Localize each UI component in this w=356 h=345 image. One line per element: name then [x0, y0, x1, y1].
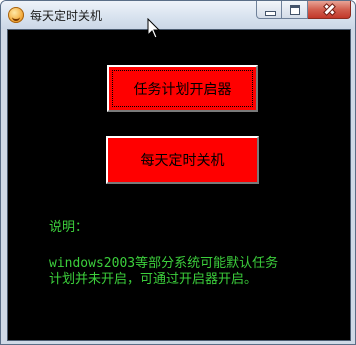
note-text: windows2003等部分系统可能默认任务 计划并未开启，可通过开启器开启。: [49, 256, 339, 288]
app-icon: [8, 7, 24, 23]
daily-shutdown-button[interactable]: 每天定时关机: [106, 136, 259, 184]
close-button[interactable]: [308, 1, 351, 19]
task-scheduler-enabler-label: 任务计划开启器: [133, 81, 232, 98]
note-heading: 说明：: [49, 220, 89, 235]
mouse-pointer-icon: [147, 18, 161, 39]
minimize-button[interactable]: [256, 1, 282, 19]
note-line: windows2003等部分系统可能默认任务: [49, 256, 279, 271]
window-title: 每天定时关机: [30, 9, 103, 23]
note-line: 计划并未开启，可通过开启器开启。: [49, 272, 258, 287]
app-window: 每天定时关机 任务计划开启器 每天定时关机 说明： windows2003等部分…: [0, 0, 356, 345]
daily-shutdown-label: 每天定时关机: [140, 153, 225, 169]
client-area: 任务计划开启器 每天定时关机 说明： windows2003等部分系统可能默认任…: [7, 29, 351, 341]
task-scheduler-enabler-button[interactable]: 任务计划开启器: [107, 65, 258, 112]
title-bar[interactable]: 每天定时关机: [1, 1, 355, 29]
maximize-button[interactable]: [282, 1, 308, 19]
caption-buttons: [256, 1, 351, 21]
